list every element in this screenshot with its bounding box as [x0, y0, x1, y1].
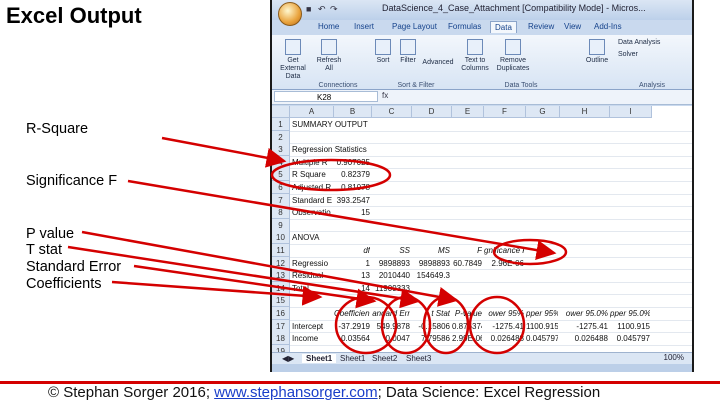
annotation-overlay — [67, 136, 568, 355]
website-link[interactable]: www.stephansorger.com — [214, 384, 377, 401]
arrow-t-stat — [67, 245, 421, 309]
arrow-significance-f — [127, 179, 557, 260]
arrow-standard-error — [133, 264, 377, 309]
circle-significance-f — [492, 238, 568, 266]
circle-r-square — [270, 158, 392, 192]
circle-coefficients — [334, 295, 398, 355]
arrow-r-square — [161, 136, 287, 168]
footer-credit: © Stephan Sorger 2016; www.stephansorger… — [48, 384, 601, 401]
circle-p-value — [468, 295, 526, 355]
